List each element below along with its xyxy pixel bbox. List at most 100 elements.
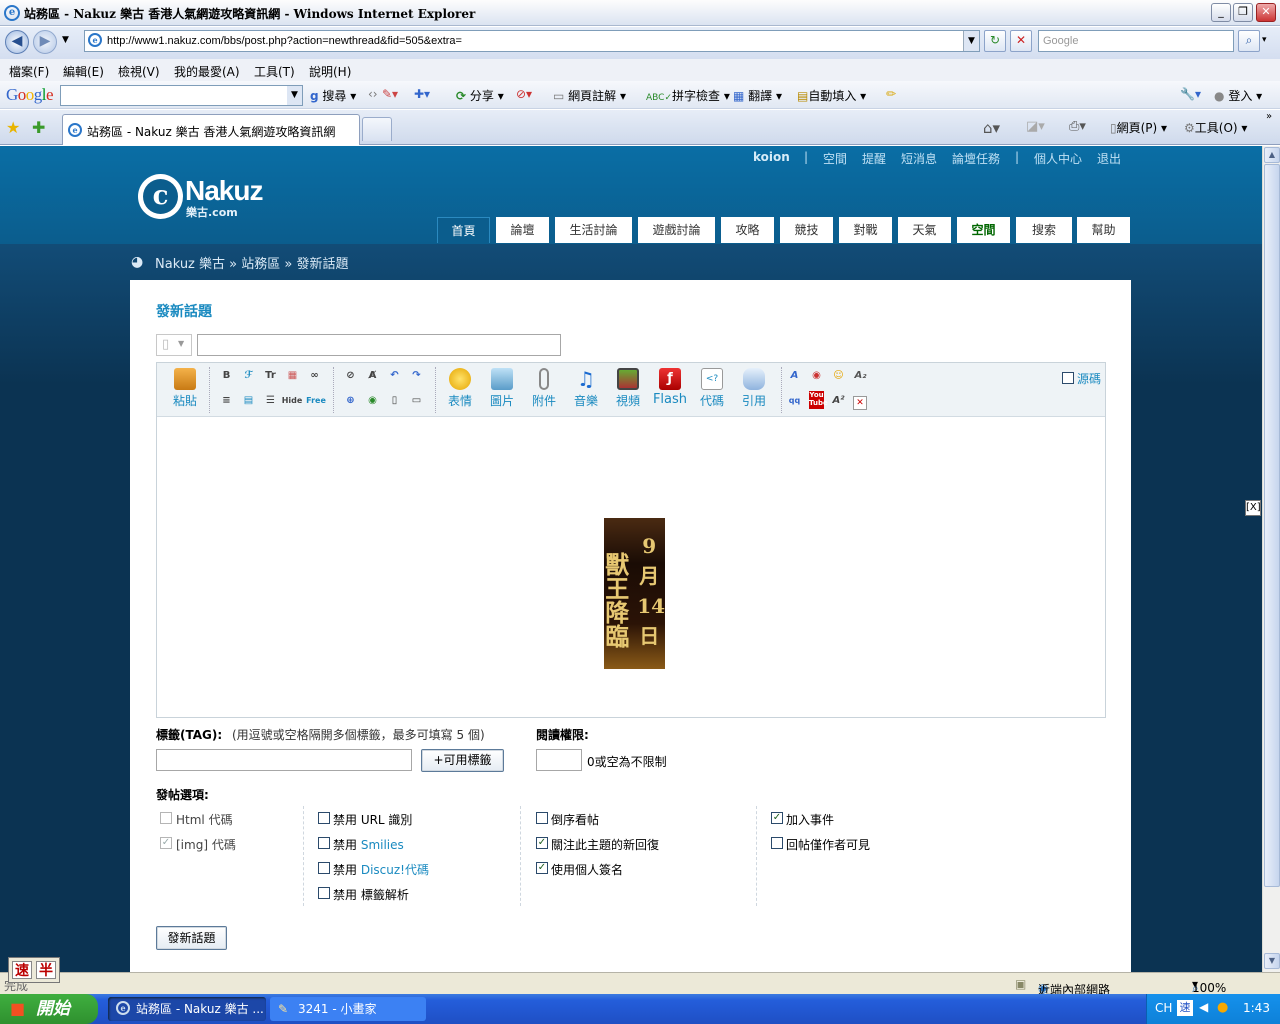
nav-life[interactable]: 生活討論 — [555, 217, 632, 243]
remove-format-icon[interactable]: A̸ — [365, 368, 380, 383]
flash-button[interactable]: ƒ Flash — [651, 368, 689, 407]
forward-button[interactable]: ▶ — [33, 30, 57, 54]
menu-file[interactable]: 檔案(F) — [9, 63, 49, 80]
nav-forum[interactable]: 論壇 — [496, 217, 549, 243]
media-icon[interactable]: ◉ — [809, 368, 824, 383]
page-menu[interactable]: ▯網頁(P) ▾ — [1110, 119, 1167, 136]
close-window-button[interactable]: ✕ — [1256, 3, 1276, 22]
font-size-icon[interactable]: Tr — [263, 368, 278, 383]
nav-search[interactable]: 搜索 — [1016, 217, 1072, 243]
subscript-icon[interactable]: A₂ — [853, 368, 868, 383]
feeds-icon[interactable]: ◪▾ — [1026, 119, 1045, 134]
author-only-checkbox[interactable] — [771, 837, 783, 849]
nav-space[interactable]: 空間 — [957, 217, 1010, 243]
chevron-right-icon[interactable]: » — [1266, 111, 1272, 122]
search-icon[interactable]: ⌕ — [1238, 30, 1260, 52]
address-bar[interactable]: e http://www1.nakuz.com/bbs/post.php?act… — [84, 30, 980, 52]
stop-icon[interactable]: ✕ — [1010, 30, 1032, 52]
nav-competition[interactable]: 競技 — [780, 217, 833, 243]
history-dropdown-icon[interactable]: ▼ — [62, 35, 69, 45]
notebook-button[interactable]: ▭ 網頁註解 ▾ — [553, 87, 626, 104]
search-options-icon[interactable]: ▾ — [1262, 35, 1267, 45]
ime-mode-button[interactable]: 速 — [12, 961, 32, 979]
link-pm[interactable]: 短消息 — [901, 150, 937, 167]
menu-view[interactable]: 檢視(V) — [118, 63, 160, 80]
paste-button[interactable]: 粘貼 — [169, 368, 201, 409]
spellcheck-button[interactable]: ABC✓拼字檢查 ▾ — [646, 87, 730, 104]
unlink-icon[interactable]: ⊘ — [343, 368, 358, 383]
nav-help[interactable]: 幫助 — [1077, 217, 1130, 243]
html-code-checkbox[interactable] — [160, 812, 172, 824]
emoji-icon[interactable]: ☺ — [831, 368, 846, 383]
subject-input[interactable] — [197, 334, 561, 356]
video-button[interactable]: 視頻 — [611, 368, 645, 409]
scroll-up-icon[interactable]: ▲ — [1264, 147, 1280, 163]
quote-button[interactable]: 引用 — [737, 368, 771, 409]
play-icon[interactable]: ◉ — [365, 393, 380, 408]
page-icon[interactable]: ▯ — [387, 393, 402, 408]
search-input[interactable]: Google — [1038, 30, 1234, 52]
zoom-in-icon[interactable]: ⊕ — [343, 393, 358, 408]
color-icon[interactable]: ▦ — [285, 368, 300, 383]
google-search-dropdown-icon[interactable]: ▼ — [287, 86, 302, 105]
menu-tools[interactable]: 工具(T) — [254, 63, 295, 80]
qq-icon[interactable]: qq — [787, 393, 802, 408]
google-search-input[interactable]: ▼ — [60, 85, 303, 106]
table-icon[interactable]: ▤ — [241, 393, 256, 408]
bookmark-icon[interactable]: ✎▾ — [382, 87, 398, 101]
menu-favorites[interactable]: 我的最愛(A) — [174, 63, 240, 80]
redo-icon[interactable]: ↷ — [409, 368, 424, 383]
ime-width-button[interactable]: 半 — [36, 961, 56, 979]
print-icon[interactable]: ⎙▾ — [1069, 119, 1086, 134]
image-button[interactable]: 圖片 — [485, 368, 519, 409]
attach-button[interactable]: 附件 — [527, 368, 561, 409]
nav-home[interactable]: 首頁 — [437, 217, 490, 243]
align-left-icon[interactable]: ≡ — [219, 393, 234, 408]
link-tasks[interactable]: 論壇任務 — [952, 150, 1000, 167]
link-logout[interactable]: 退出 — [1097, 150, 1121, 167]
follow-replies-checkbox[interactable]: ✓ — [536, 837, 548, 849]
music-button[interactable]: ♫ 音樂 — [569, 368, 603, 409]
bold-icon[interactable]: B — [219, 368, 234, 383]
link-space[interactable]: 空間 — [823, 150, 847, 167]
minimize-button[interactable]: _ — [1211, 3, 1231, 22]
tag-input[interactable] — [156, 749, 412, 771]
thread-type-select[interactable]: ▯ ▼ — [156, 334, 192, 356]
login-button[interactable]: ● 登入 ▾ — [1214, 87, 1262, 104]
read-permission-input[interactable] — [536, 749, 582, 771]
img-code-checkbox[interactable]: ✓ — [160, 837, 172, 849]
available-tags-button[interactable]: +可用標籤 — [421, 749, 504, 772]
autofill-button[interactable]: ▤自動填入 ▾ — [797, 87, 866, 104]
wrench-icon[interactable]: 🔧▾ — [1180, 87, 1201, 101]
add-favorite-icon[interactable]: ✚ — [32, 118, 45, 137]
taskbar-paint-window[interactable]: ✎ 3241 - 小畫家 — [270, 997, 426, 1021]
nav-guides[interactable]: 攻略 — [721, 217, 774, 243]
menu-help[interactable]: 說明(H) — [309, 63, 351, 80]
share-button[interactable]: ⟳ 分享 ▾ — [456, 87, 504, 104]
smiley-button[interactable]: 表情 — [443, 368, 477, 409]
nav-battle[interactable]: 對戰 — [839, 217, 892, 243]
start-button[interactable]: ■ 開始 — [0, 994, 98, 1024]
address-dropdown-icon[interactable]: ▼ — [963, 31, 979, 51]
maximize-button[interactable]: ❐ — [1233, 3, 1253, 22]
font-style-icon[interactable]: A — [787, 368, 802, 383]
source-label[interactable]: 源碼 — [1077, 370, 1101, 387]
close-icon[interactable]: ✕ — [853, 396, 867, 410]
window-title-bar[interactable]: e 站務區 - Nakuz 樂古 香港人氣網遊攻略資訊網 - Windows I… — [0, 0, 1280, 26]
nav-weather[interactable]: 天氣 — [898, 217, 951, 243]
new-tab-button[interactable] — [362, 117, 392, 141]
add-icon[interactable]: ✚▾ — [414, 87, 430, 101]
free-icon[interactable]: Free — [305, 393, 327, 408]
smilies-link[interactable]: Smilies — [361, 838, 404, 852]
font-icon[interactable]: ℱ — [241, 368, 256, 383]
youtube-icon[interactable]: You Tube — [809, 391, 828, 409]
nav-games[interactable]: 遊戲討論 — [638, 217, 715, 243]
language-indicator[interactable]: CH — [1155, 1001, 1172, 1015]
tray-arrow-icon[interactable]: ◀ — [1199, 1000, 1208, 1014]
discuz-code-link[interactable]: Discuz!代碼 — [361, 863, 429, 877]
translate-button[interactable]: ▦ 翻譯 ▾ — [733, 87, 782, 104]
scrollbar-thumb[interactable] — [1264, 164, 1280, 887]
disable-smilies-checkbox[interactable] — [318, 837, 330, 849]
zoom-control[interactable]: ⌕ 100% ▾ — [1192, 977, 1226, 995]
reverse-order-checkbox[interactable] — [536, 812, 548, 824]
